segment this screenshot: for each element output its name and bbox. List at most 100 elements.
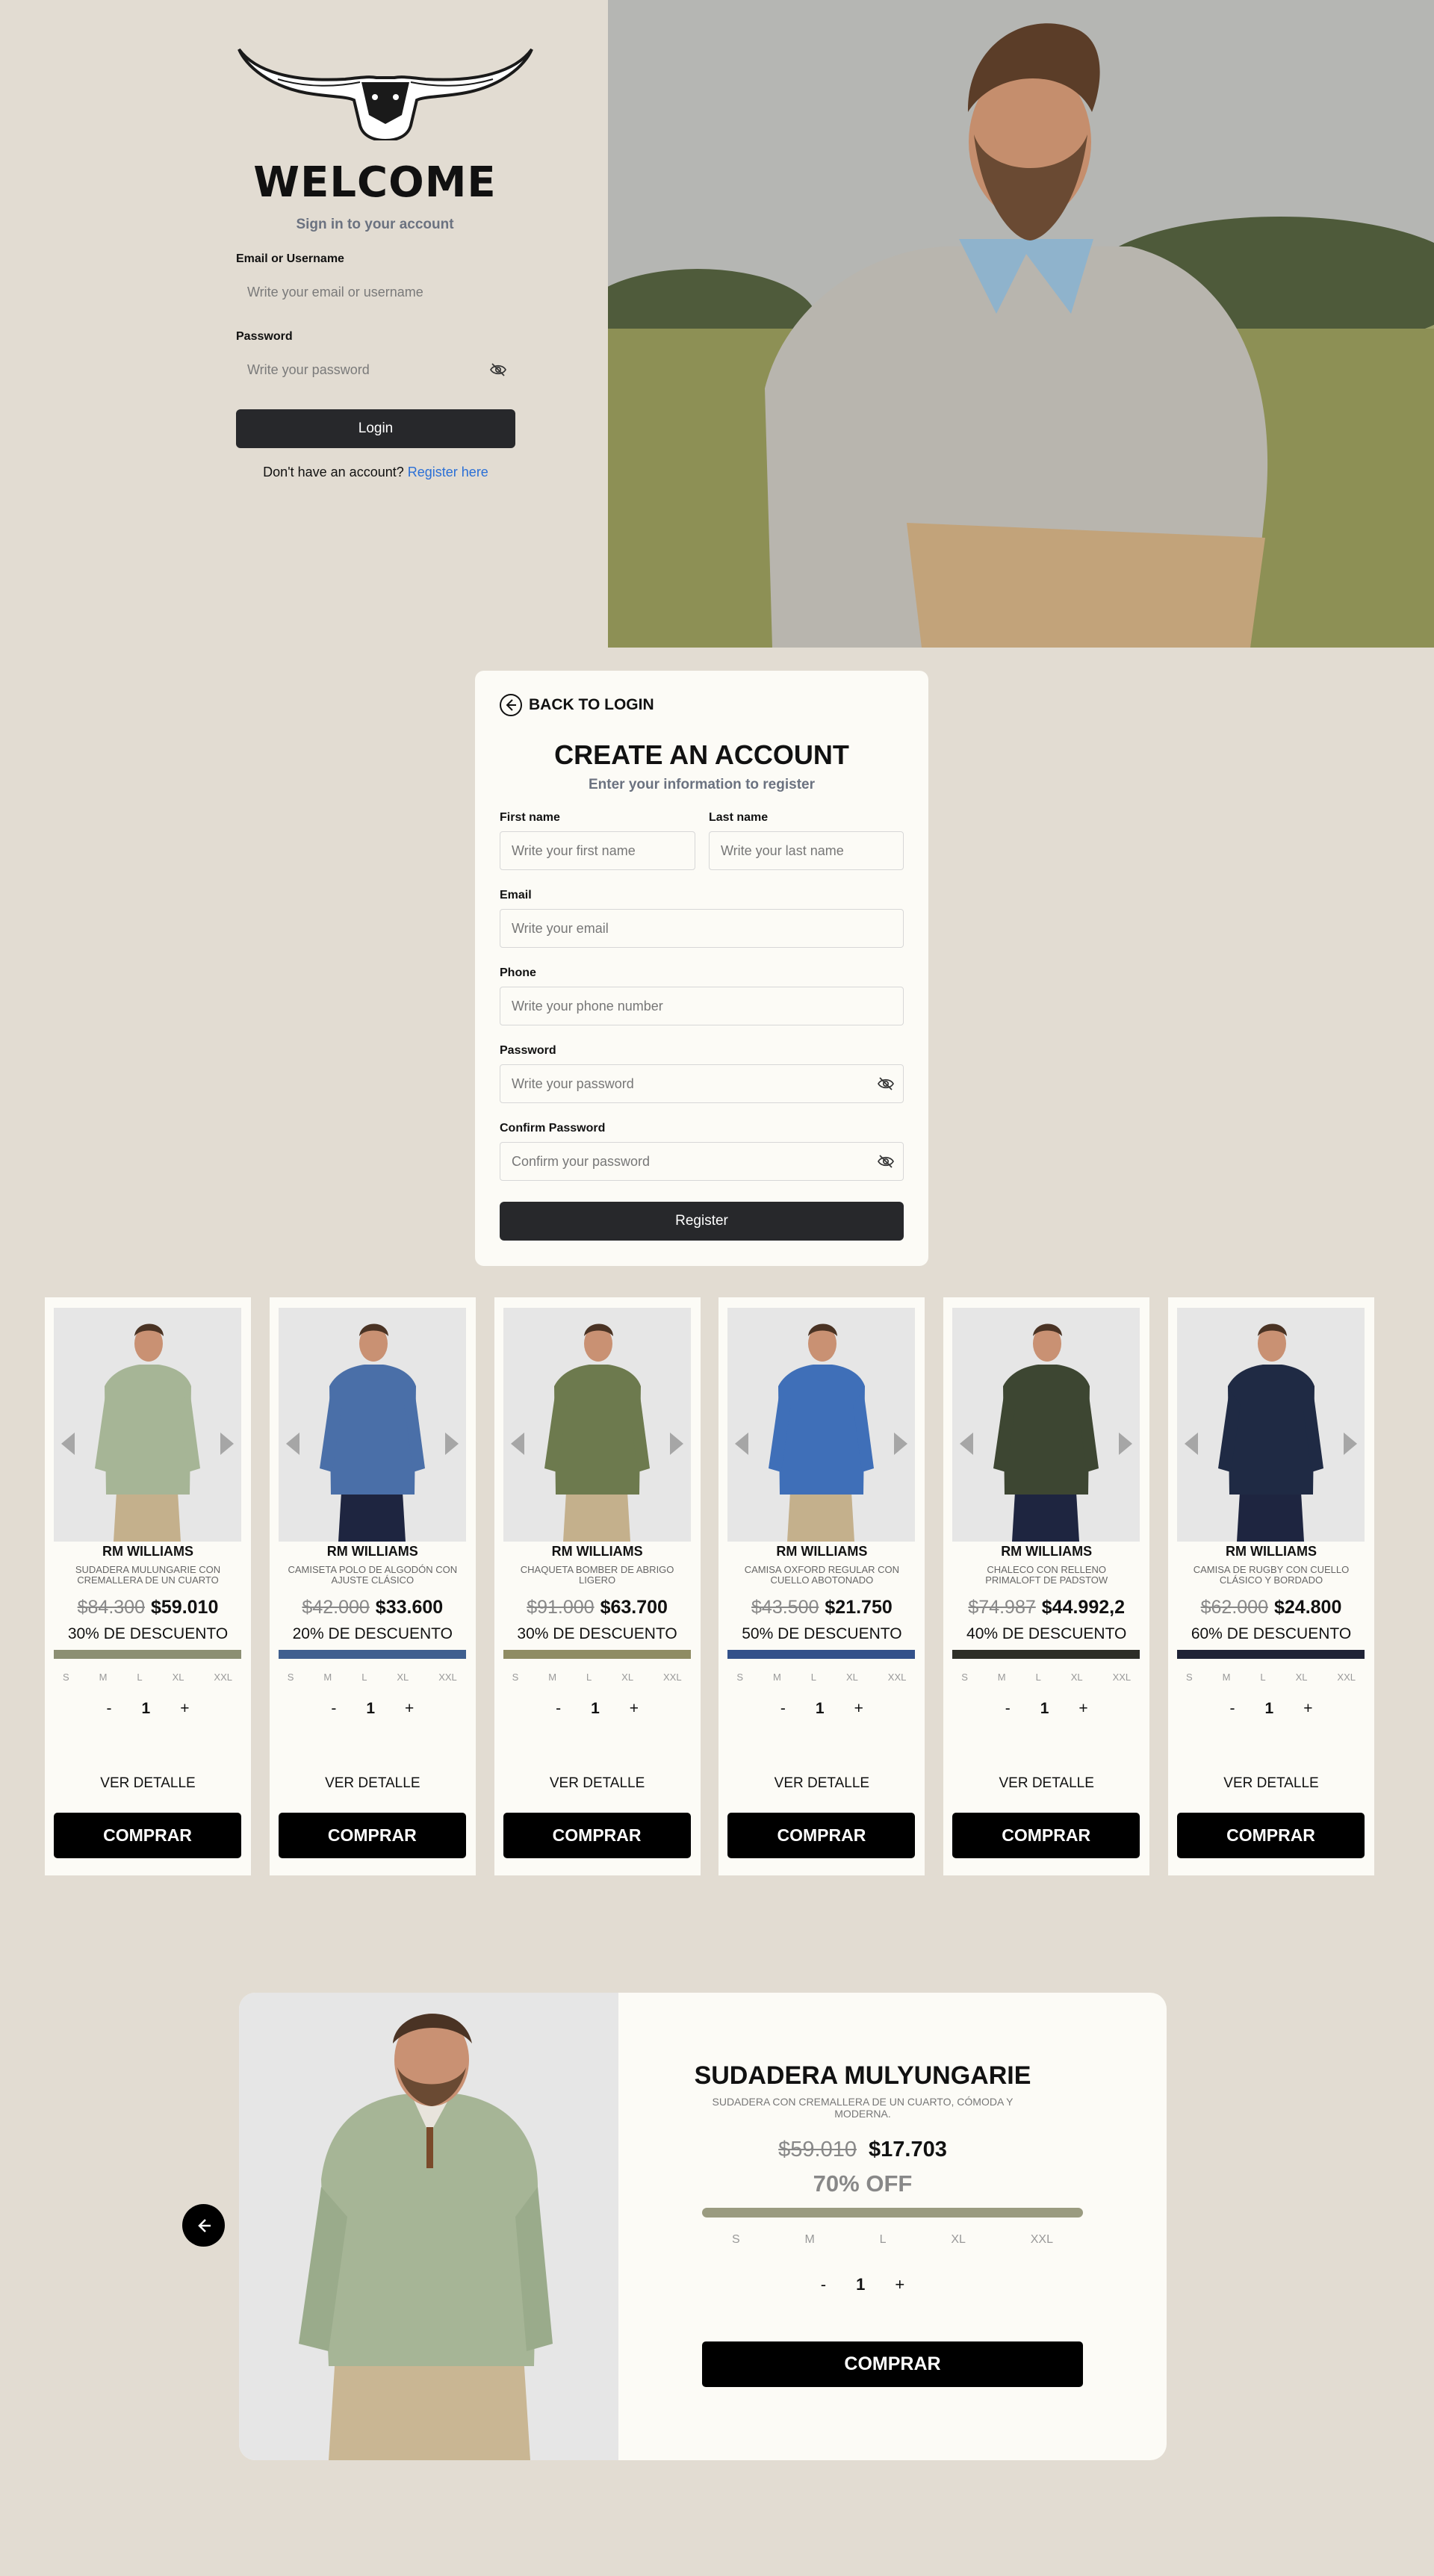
- size-option[interactable]: XL: [173, 1672, 184, 1683]
- size-option[interactable]: S: [512, 1672, 519, 1683]
- last-name-input[interactable]: [709, 831, 904, 870]
- size-option[interactable]: L: [586, 1672, 592, 1683]
- size-option[interactable]: XXL: [1113, 1672, 1132, 1683]
- qty-increase-button[interactable]: +: [854, 1700, 863, 1718]
- first-name-input[interactable]: [500, 831, 695, 870]
- next-image-icon[interactable]: [1119, 1433, 1133, 1455]
- size-option[interactable]: L: [880, 2233, 887, 2247]
- view-detail-link[interactable]: VER DETALLE: [943, 1775, 1149, 1792]
- size-option[interactable]: L: [361, 1672, 367, 1683]
- qty-increase-button[interactable]: +: [180, 1700, 189, 1718]
- phone-input[interactable]: [500, 987, 904, 1025]
- next-image-icon[interactable]: [1344, 1433, 1357, 1455]
- size-option[interactable]: M: [548, 1672, 556, 1683]
- color-swatch[interactable]: [503, 1650, 691, 1659]
- next-image-icon[interactable]: [894, 1433, 908, 1455]
- back-button[interactable]: [182, 2204, 225, 2247]
- detail-color-swatch[interactable]: [702, 2208, 1083, 2217]
- prev-image-icon[interactable]: [285, 1433, 299, 1455]
- next-image-icon[interactable]: [220, 1433, 234, 1455]
- eye-off-icon[interactable]: [489, 361, 507, 379]
- qty-decrease-button[interactable]: -: [780, 1700, 786, 1718]
- color-swatch[interactable]: [54, 1650, 241, 1659]
- size-option[interactable]: S: [732, 2233, 740, 2247]
- qty-decrease-button[interactable]: -: [1005, 1700, 1011, 1718]
- size-option[interactable]: L: [1260, 1672, 1265, 1683]
- buy-button[interactable]: COMPRAR: [54, 1813, 241, 1858]
- password-input[interactable]: [500, 1064, 904, 1103]
- prev-image-icon[interactable]: [735, 1433, 749, 1455]
- size-option[interactable]: S: [288, 1672, 294, 1683]
- size-option[interactable]: XL: [621, 1672, 633, 1683]
- next-image-icon[interactable]: [444, 1433, 459, 1455]
- size-option[interactable]: M: [323, 1672, 332, 1683]
- size-option[interactable]: XXL: [214, 1672, 232, 1683]
- back-to-login-link[interactable]: BACK TO LOGIN: [499, 693, 654, 717]
- buy-button[interactable]: COMPRAR: [727, 1813, 916, 1858]
- buy-button[interactable]: COMPRAR: [952, 1813, 1140, 1858]
- prev-image-icon[interactable]: [510, 1433, 524, 1455]
- buy-button[interactable]: COMPRAR: [278, 1813, 466, 1858]
- login-button[interactable]: Login: [236, 409, 515, 448]
- size-option[interactable]: M: [773, 1672, 781, 1683]
- longhorn-logo: [238, 48, 533, 140]
- size-option[interactable]: XL: [1296, 1672, 1308, 1683]
- size-option[interactable]: XL: [397, 1672, 409, 1683]
- login-password-input[interactable]: [236, 352, 515, 388]
- size-option[interactable]: XXL: [1337, 1672, 1356, 1683]
- size-option[interactable]: S: [63, 1672, 69, 1683]
- register-button[interactable]: Register: [500, 1202, 904, 1241]
- detail-buy-button[interactable]: COMPRAR: [702, 2341, 1083, 2387]
- color-swatch[interactable]: [278, 1650, 466, 1659]
- size-option[interactable]: L: [811, 1672, 816, 1683]
- confirm-password-input[interactable]: [500, 1142, 904, 1181]
- eye-off-icon[interactable]: [877, 1075, 895, 1093]
- qty-decrease-button[interactable]: -: [1230, 1700, 1235, 1718]
- view-detail-link[interactable]: VER DETALLE: [494, 1775, 701, 1792]
- view-detail-link[interactable]: VER DETALLE: [45, 1775, 251, 1792]
- qty-decrease-button[interactable]: -: [107, 1700, 112, 1718]
- arrow-left-icon: [197, 2218, 211, 2232]
- size-option[interactable]: S: [961, 1672, 968, 1683]
- qty-increase-button[interactable]: +: [1078, 1700, 1087, 1718]
- qty-decrease-button[interactable]: -: [331, 1700, 336, 1718]
- eye-off-icon[interactable]: [877, 1152, 895, 1170]
- prev-image-icon[interactable]: [1185, 1433, 1198, 1455]
- qty-increase-button[interactable]: +: [630, 1700, 639, 1718]
- qty-decrease-button[interactable]: -: [821, 2275, 826, 2294]
- buy-button[interactable]: COMPRAR: [1177, 1813, 1365, 1858]
- size-option[interactable]: M: [998, 1672, 1006, 1683]
- size-option[interactable]: XXL: [888, 1672, 907, 1683]
- next-image-icon[interactable]: [669, 1433, 683, 1455]
- welcome-title: WELCOME: [253, 158, 497, 207]
- qty-increase-button[interactable]: +: [405, 1700, 414, 1718]
- email-input[interactable]: [500, 909, 904, 948]
- prev-image-icon[interactable]: [61, 1433, 75, 1455]
- register-link[interactable]: Register here: [408, 465, 488, 479]
- qty-increase-button[interactable]: +: [895, 2275, 904, 2294]
- size-option[interactable]: XL: [951, 2233, 966, 2247]
- view-detail-link[interactable]: VER DETALLE: [718, 1775, 925, 1792]
- size-option[interactable]: XL: [846, 1672, 858, 1683]
- color-swatch[interactable]: [1177, 1650, 1365, 1659]
- qty-increase-button[interactable]: +: [1303, 1700, 1312, 1718]
- size-option[interactable]: XL: [1071, 1672, 1083, 1683]
- size-option[interactable]: S: [736, 1672, 743, 1683]
- qty-decrease-button[interactable]: -: [556, 1700, 561, 1718]
- buy-button[interactable]: COMPRAR: [503, 1813, 691, 1858]
- color-swatch[interactable]: [727, 1650, 916, 1659]
- size-option[interactable]: XXL: [663, 1672, 682, 1683]
- size-option[interactable]: M: [99, 1672, 108, 1683]
- size-option[interactable]: XXL: [1031, 2233, 1053, 2247]
- size-option[interactable]: XXL: [438, 1672, 457, 1683]
- size-option[interactable]: M: [804, 2233, 814, 2247]
- prev-image-icon[interactable]: [960, 1433, 974, 1455]
- color-swatch[interactable]: [952, 1650, 1140, 1659]
- size-option[interactable]: S: [1186, 1672, 1193, 1683]
- size-option[interactable]: L: [137, 1672, 142, 1683]
- size-option[interactable]: M: [1223, 1672, 1231, 1683]
- view-detail-link[interactable]: VER DETALLE: [270, 1775, 476, 1792]
- view-detail-link[interactable]: VER DETALLE: [1168, 1775, 1374, 1792]
- email-username-input[interactable]: [236, 274, 515, 310]
- size-option[interactable]: L: [1036, 1672, 1041, 1683]
